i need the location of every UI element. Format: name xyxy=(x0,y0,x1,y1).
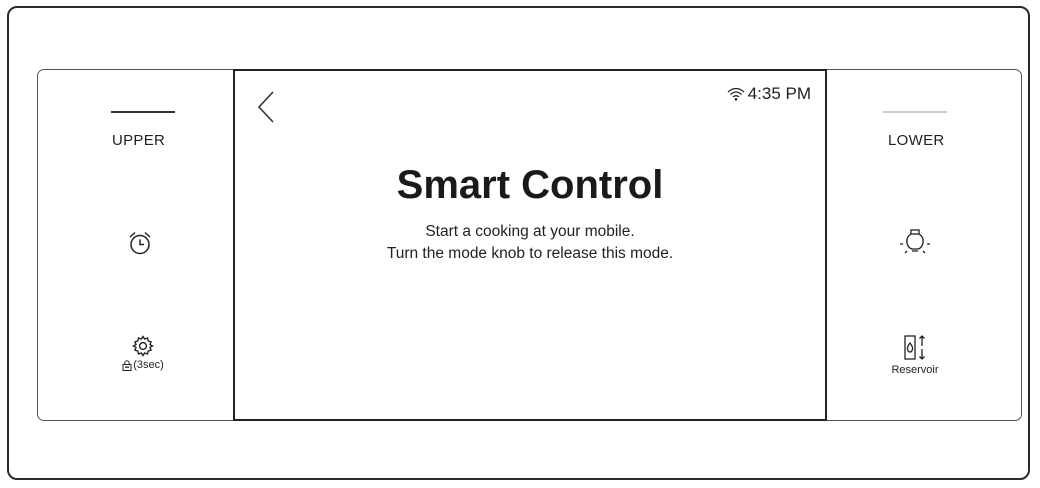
water-reservoir-icon xyxy=(904,335,925,360)
status-bar: 4:35 PM xyxy=(727,84,811,104)
back-button[interactable] xyxy=(251,89,285,123)
upper-oven-button[interactable]: UPPER xyxy=(112,132,165,149)
light-button[interactable] xyxy=(898,228,932,260)
instruction-line-1: Start a cooking at your mobile. xyxy=(425,223,635,240)
reservoir-button[interactable]: Reservoir xyxy=(880,333,950,376)
settings-lock-button[interactable]: (3sec) xyxy=(111,334,175,371)
reservoir-label: Reservoir xyxy=(891,364,939,376)
alarm-clock-icon xyxy=(129,231,151,255)
wifi-icon xyxy=(727,87,745,101)
lock-hold-label: (3sec) xyxy=(122,359,164,371)
instruction-line-2: Turn the mode knob to release this mode. xyxy=(386,245,674,262)
lower-oven-button[interactable]: LOWER xyxy=(888,132,945,149)
chevron-left-icon xyxy=(257,91,274,123)
clock-time: 4:35 PM xyxy=(747,84,811,103)
gear-icon xyxy=(132,335,154,357)
light-bulb-icon xyxy=(900,229,930,254)
display-screen: 4:35 PM Smart Control Start a cooking at… xyxy=(233,69,827,421)
lock-duration-text: (3sec) xyxy=(133,359,164,371)
timer-button[interactable] xyxy=(126,229,154,257)
lock-icon xyxy=(122,359,132,371)
lower-indicator-bar xyxy=(883,111,947,113)
screen-title: Smart Control xyxy=(396,163,664,207)
upper-indicator-bar xyxy=(111,111,175,113)
